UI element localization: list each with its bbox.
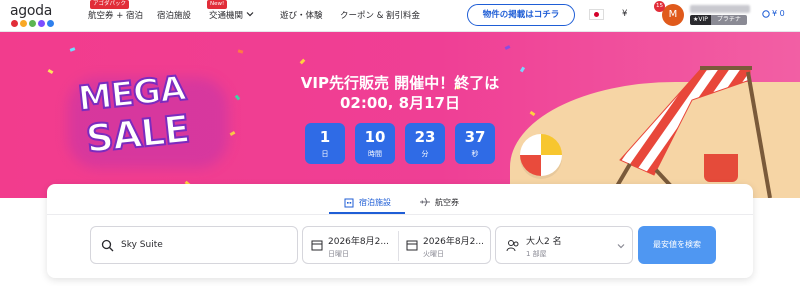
beach-chair-illustration (608, 66, 772, 198)
agoda-logo[interactable]: agoda (8, 2, 60, 30)
tab-accommodation[interactable]: 宿泊施設 (343, 190, 391, 214)
tab-divider (47, 214, 753, 215)
beach-ball-illustration (520, 134, 562, 176)
confetti (237, 49, 244, 54)
avatar[interactable]: M (662, 4, 684, 26)
currency-selector[interactable]: ¥ (622, 9, 627, 19)
search-button[interactable]: 最安値を検索 (638, 226, 716, 264)
tab-label: 航空券 (435, 197, 459, 207)
plane-icon (420, 197, 430, 207)
guests-count: 大人2 名 (526, 237, 562, 247)
countdown-unit: 秒 (471, 150, 479, 158)
destination-field[interactable]: Sky Suite (90, 226, 298, 264)
nav-activities[interactable]: 遊び・体験 (280, 9, 323, 21)
hotel-icon (344, 198, 354, 208)
calendar-icon (311, 240, 323, 251)
tab-flights[interactable]: 航空券 (419, 190, 459, 214)
confetti (504, 45, 511, 50)
destination-value: Sky Suite (121, 240, 163, 250)
logo-dot (47, 20, 54, 27)
confetti (519, 66, 526, 73)
new-badge: New! (207, 0, 228, 9)
rooms-count: 1 部屋 (526, 250, 547, 258)
countdown-value: 37 (464, 128, 486, 146)
top-nav: agoda アゴダパック 航空券 + 宿泊 宿泊施設 New! 交通機関 遊び・… (0, 0, 800, 32)
logo-dot (29, 20, 36, 27)
search-icon (101, 239, 114, 252)
countdown-value: 23 (414, 128, 436, 146)
countdown-unit: 日 (321, 150, 329, 158)
sand-bucket-illustration (704, 154, 738, 182)
confetti (69, 47, 76, 52)
countdown-unit: 分 (421, 150, 429, 158)
countdown-hours: 10 時間 (355, 123, 395, 164)
list-property-button[interactable]: 物件の掲載はコチラ (467, 4, 575, 26)
vip-tier-chip: ★VIP プラチナ (690, 15, 747, 25)
confetti (47, 68, 54, 75)
vip-label: ★VIP (690, 15, 711, 25)
guests-field[interactable]: 大人2 名 1 部屋 (495, 226, 633, 264)
countdown-minutes: 23 分 (405, 123, 445, 164)
logo-dot (38, 20, 45, 27)
mega-sale-logo: MEGA SALE (68, 68, 228, 174)
nav-flight-hotel[interactable]: 航空券 + 宿泊 (88, 9, 143, 21)
tier-label: プラチナ (710, 15, 747, 25)
japan-flag-icon[interactable] (589, 9, 604, 20)
points-coin-icon (762, 10, 770, 18)
logo-text: agoda (10, 3, 52, 19)
nav-transport[interactable]: 交通機関 (209, 9, 243, 21)
countdown-value: 10 (364, 128, 386, 146)
confetti (529, 110, 536, 117)
logo-dot (20, 20, 27, 27)
countdown-days: 1 日 (305, 123, 345, 164)
nav-coupons[interactable]: クーポン & 割引料金 (340, 9, 420, 21)
points-balance[interactable]: ¥ 0 (772, 9, 785, 18)
calendar-icon (406, 240, 418, 251)
confetti (229, 130, 236, 137)
countdown-seconds: 37 秒 (455, 123, 495, 164)
tab-label: 宿泊施設 (359, 197, 391, 207)
confetti (299, 58, 306, 65)
logo-dot (11, 20, 18, 27)
logo-dots (11, 20, 54, 27)
checkin-date[interactable]: 2026年8月2... (328, 234, 389, 247)
checkin-weekday: 日曜日 (328, 250, 349, 258)
guests-icon (506, 240, 519, 252)
notification-badge: 15 (654, 1, 665, 12)
hero-end-time: 02:00, 8月17日 (340, 94, 460, 112)
user-name-redacted[interactable] (690, 5, 750, 13)
countdown-value: 1 (319, 128, 331, 146)
search-card: 宿泊施設 航空券 Sky Suite 2026年8月2... 日曜日 2026年… (47, 184, 753, 278)
package-badge: アゴダパック (90, 0, 130, 9)
chevron-down-icon[interactable] (245, 9, 255, 19)
checkout-weekday: 火曜日 (423, 250, 444, 258)
countdown-unit: 時間 (368, 150, 382, 158)
date-range-field[interactable]: 2026年8月2... 日曜日 2026年8月2... 火曜日 (302, 226, 491, 264)
nav-accommodations[interactable]: 宿泊施設 (157, 9, 191, 21)
checkout-date[interactable]: 2026年8月2... (423, 234, 484, 247)
confetti (234, 94, 241, 101)
date-divider (398, 231, 399, 261)
hero-banner[interactable]: MEGA SALE VIP先行販売 開催中！終了は 02:00, 8月17日 1… (0, 32, 800, 198)
hero-title: VIP先行販売 開催中！終了は (300, 74, 500, 92)
chevron-down-icon (617, 244, 625, 249)
